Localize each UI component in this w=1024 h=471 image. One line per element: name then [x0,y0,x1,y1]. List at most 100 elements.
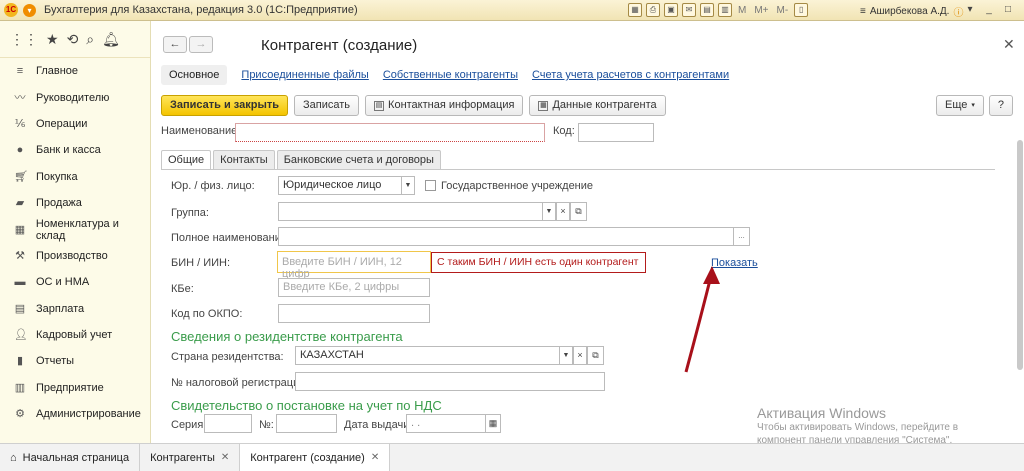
memory-button[interactable]: M [736,5,748,16]
close-icon[interactable]: ✕ [221,452,229,463]
full-name-input[interactable] [278,227,734,246]
country-input[interactable]: КАЗАХСТАН [295,346,560,365]
sidebar-item-label: Главное [36,65,79,78]
panel-icon[interactable]: ▯ [794,3,809,17]
okpo-input[interactable] [278,304,430,323]
sidebar-item-manager[interactable]: 〰 Руководителю [0,84,150,110]
sidebar-item-operations[interactable]: ⅙ Операции [0,111,150,137]
series-input[interactable] [204,414,252,433]
sidebar-item-warehouse[interactable]: ▦ Номенклатура и склад [0,216,150,242]
sidebar-item-label: Администрирование [36,408,141,421]
grid-icon[interactable]: ▦ [628,3,642,17]
issue-date-input[interactable]: . . [406,414,486,433]
close-icon[interactable]: ✕ [371,452,379,463]
name-input[interactable] [235,123,545,142]
back-arrow-icon[interactable]: ← [163,36,187,53]
group-input[interactable] [278,202,543,221]
favorites-star-icon[interactable]: ★ [46,31,59,48]
sidebar-item-admin[interactable]: ⚙ Администрирование [0,401,150,427]
admin-icon: ⚙ [15,408,25,421]
link-own-counterparties[interactable]: Собственные контрагенты [383,69,518,81]
search-icon[interactable]: ⌕ [86,31,94,48]
country-dropdown-icon[interactable]: ▼ [559,346,573,365]
bottom-tab-counterparties[interactable]: Контрагенты ✕ [140,444,241,471]
sidebar-item-reports[interactable]: ▮ Отчеты [0,348,150,374]
contact-info-button[interactable]: ▤ Контактная информация [365,95,524,116]
show-counterparty-link[interactable]: Показать [711,257,758,269]
save-button[interactable]: Записать [294,95,360,116]
link-attached-files[interactable]: Присоединенные файлы [241,69,368,81]
production-icon: ⚒ [15,249,25,262]
notifications-bell-icon[interactable]: 🔔︎ [102,31,120,48]
sidebar-item-enterprise[interactable]: ▥ Предприятие [0,375,150,401]
memory-plus-button[interactable]: M+ [752,5,770,16]
forward-arrow-icon[interactable]: → [189,36,213,53]
form-close-icon[interactable]: ✕ [1003,36,1015,53]
sidebar-item-label: Зарплата [36,302,85,315]
cert-number-input[interactable] [276,414,337,433]
sidebar-item-production[interactable]: ⚒ Производство [0,243,150,269]
sidebar-item-label: Предприятие [36,381,104,394]
history-icon[interactable]: ⟲ [67,31,79,48]
memory-minus-button[interactable]: M- [775,5,791,16]
calendar-icon[interactable]: ▤ [700,3,714,17]
entity-type-dropdown-icon[interactable]: ▼ [401,176,415,195]
code-label: Код: [553,125,575,137]
entity-type-label: Юр. / физ. лицо: [171,180,255,192]
tax-reg-input[interactable] [295,372,605,391]
nav-buttons: ← → [163,36,213,53]
group-clear-icon[interactable]: × [556,202,570,221]
sidebar-item-sales[interactable]: ▰ Продажа [0,190,150,216]
bank-icon: ● [16,144,24,157]
cert-number-label: №: [259,419,274,431]
tab-contacts[interactable]: Контакты [213,150,275,169]
link-settlement-accounts[interactable]: Счета учета расчетов с контрагентами [532,69,729,81]
tab-general[interactable]: Общие [161,150,212,169]
sidebar-item-main[interactable]: ≡ Главное [0,58,150,84]
help-button[interactable]: ? [988,95,1014,116]
full-name-label: Полное наименование: [171,232,291,244]
apps-grid-icon[interactable]: ⋮⋮ [10,31,38,48]
minimize-icon[interactable]: _ [981,3,997,17]
sidebar-item-staff[interactable]: 👤︎ Кадровый учет [0,322,150,348]
calendar-picker-icon[interactable]: ▦ [485,414,501,433]
group-dropdown-icon[interactable]: ▼ [542,202,556,221]
kbe-input[interactable]: Введите КБе, 2 цифры [278,278,430,297]
tab-bank-accounts[interactable]: Банковские счета и договоры [276,150,441,169]
issue-date-label: Дата выдачи: [344,419,413,431]
more-button[interactable]: Еще ▾ [936,95,984,116]
print-icon[interactable]: ⎙ [646,3,660,17]
current-user[interactable]: ≡ Аширбекова А.Д. ⓘ [860,4,963,19]
full-name-more-icon[interactable]: … [733,227,750,246]
close-icon[interactable]: ✕ [1019,3,1024,17]
calculator-icon[interactable]: ▥ [718,3,732,17]
counterparty-data-button[interactable]: ▦ Данные контрагента [529,95,666,116]
bin-input[interactable]: Введите БИН / ИИН, 12 цифр [277,251,431,280]
sidebar-item-label: Продажа [36,197,82,210]
sidebar-item-bank[interactable]: ● Банк и касса [0,137,150,163]
group-open-icon[interactable]: ⧉ [570,202,587,221]
gov-institution-checkbox[interactable] [425,180,436,191]
main-menu-icon[interactable]: ▾ [23,3,36,17]
form-scrollbar[interactable] [1017,140,1023,370]
assets-icon: ▬ [14,276,26,289]
country-open-icon[interactable]: ⧉ [587,346,604,365]
bottom-tab-counterparty-create[interactable]: Контрагент (создание) ✕ [240,444,391,471]
save-icon[interactable]: ▣ [664,3,678,17]
country-clear-icon[interactable]: × [573,346,587,365]
link-main[interactable]: Основное [161,65,228,85]
dropdown-icon[interactable]: ▾ [962,3,978,17]
save-and-close-button[interactable]: Записать и закрыть [161,95,289,116]
sidebar-item-assets[interactable]: ▬ ОС и НМА [0,269,150,295]
sidebar-item-label: Отчеты [36,355,75,368]
open-windows-bar: ⌂ Начальная страница Контрагенты ✕ Контраг… [0,443,1024,471]
sidebar-item-purchase[interactable]: 🛒︎ Покупка [0,164,150,190]
code-input[interactable] [578,123,654,142]
entity-type-select[interactable]: Юридическое лицо [278,176,402,195]
bin-error-message: С таким БИН / ИИН есть один контрагент [431,252,646,273]
maximize-icon[interactable]: □ [1000,3,1016,17]
mail-icon[interactable]: ✉ [682,3,696,17]
bottom-tab-home[interactable]: ⌂ Начальная страница [0,444,141,471]
sidebar-item-salary[interactable]: ▤ Зарплата [0,296,150,322]
staff-icon: 👤︎ [14,329,28,342]
